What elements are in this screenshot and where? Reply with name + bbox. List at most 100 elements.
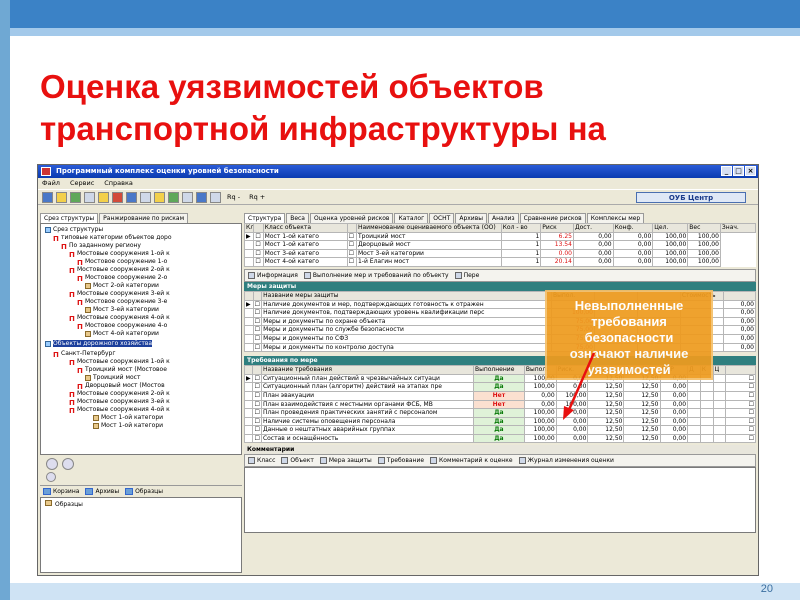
- row-checkbox[interactable]: ☐: [252, 299, 263, 310]
- tab-detail-0[interactable]: Класс: [248, 457, 275, 465]
- close-button[interactable]: ×: [745, 166, 756, 176]
- menu-service[interactable]: Сервис: [70, 178, 94, 189]
- tree-collapse-button[interactable]: [46, 458, 58, 470]
- row-checkbox[interactable]: ☐: [252, 390, 262, 401]
- tree-node[interactable]: П Мостовые сооружения 4-ой к: [69, 406, 170, 415]
- bulb-icon[interactable]: [154, 191, 165, 203]
- tree-node[interactable]: П Мостовое сооружение 3-е: [77, 298, 167, 307]
- tree-node[interactable]: П Мостовое сооружение 2-о: [77, 274, 167, 283]
- tree-expand-button[interactable]: [62, 458, 74, 470]
- tab-detail-2[interactable]: Мера защиты: [319, 457, 372, 465]
- table-row[interactable]: ☐ Данные о нештатных аварийных группах Да 1…: [243, 425, 756, 435]
- table-icon[interactable]: [140, 191, 151, 203]
- row-checkbox[interactable]: ☐: [252, 399, 262, 410]
- row-checkbox[interactable]: ☐: [252, 342, 263, 353]
- tree-node[interactable]: Мост 4-ой категории: [85, 330, 159, 338]
- menu-help[interactable]: Справка: [104, 178, 133, 189]
- maximize-button[interactable]: □: [733, 166, 744, 176]
- tree-node[interactable]: Мост 3-ей категории: [85, 306, 159, 314]
- grid-icon[interactable]: [70, 191, 81, 203]
- comment-textarea[interactable]: [244, 467, 756, 534]
- tree-node[interactable]: Мост 2-ой категории: [85, 282, 159, 290]
- tab-basket[interactable]: Корзина: [43, 488, 79, 495]
- table-cell[interactable]: Да: [472, 416, 525, 427]
- tree-node[interactable]: Мост 1-ой категори: [93, 422, 163, 430]
- tree-pin-button[interactable]: [46, 472, 56, 482]
- tab-archives[interactable]: Архивы: [85, 488, 119, 495]
- row-checkbox[interactable]: ☐: [252, 308, 263, 318]
- row-checkbox[interactable]: ☐: [253, 240, 264, 250]
- list-item[interactable]: Образцы: [45, 500, 237, 508]
- tree-node[interactable]: П Мостовые сооружения 4-ой к: [69, 314, 170, 323]
- row-checkbox[interactable]: ☐: [252, 408, 262, 418]
- row-doc[interactable]: ☐: [725, 399, 756, 410]
- row-doc[interactable]: ☐: [725, 425, 756, 435]
- tab-2[interactable]: Оценка уровней рисков: [310, 213, 394, 223]
- table-row[interactable]: ☐ Состав и оснащённость Да 100,00 0,00 12,50 1…: [243, 433, 756, 444]
- table-cell[interactable]: Нет: [472, 390, 525, 401]
- row-checkbox[interactable]: ☐: [252, 433, 262, 444]
- row-doc[interactable]: ☐: [725, 382, 756, 392]
- table-row[interactable]: ☐ Ситуационный план (алгоритм) действий н…: [243, 382, 756, 392]
- table-row[interactable]: ▶ ☐ Мост 1-ой катего ☐ Троицкий мост 1 6.25 0,0…: [243, 231, 756, 242]
- save-icon[interactable]: [42, 191, 53, 203]
- table-cell[interactable]: Нет: [472, 399, 525, 410]
- tree-node[interactable]: П Мостовые сооружения 1-ой к: [69, 250, 170, 259]
- row-doc[interactable]: ☐: [725, 416, 756, 427]
- row-checkbox[interactable]: ☐: [252, 382, 262, 392]
- rq-minus-button[interactable]: Rq -: [224, 193, 243, 201]
- row-checkbox[interactable]: ☐: [252, 425, 262, 435]
- tree-node[interactable]: П Мостовое сооружение 1-о: [77, 258, 167, 267]
- tab-object-2[interactable]: Пере: [454, 271, 479, 279]
- table-row[interactable]: ☐План эвакуацииНет0,00100,0012,5012,500,…: [243, 390, 756, 401]
- chart-icon[interactable]: [126, 191, 137, 203]
- tree-node[interactable]: П Санкт-Петербург: [53, 350, 115, 359]
- minimize-button[interactable]: _: [721, 166, 732, 176]
- tab-risk-ranking[interactable]: Ранжирование по рискам: [99, 213, 189, 223]
- folder-icon[interactable]: [56, 191, 67, 203]
- tab-samples[interactable]: Образцы: [125, 488, 163, 495]
- row-checkbox[interactable]: ☐: [253, 231, 264, 242]
- tree-node[interactable]: П Мостовые сооружения 2-ой к: [69, 390, 170, 399]
- row-check[interactable]: ☐: [346, 257, 358, 267]
- tab-7[interactable]: Сравнение рисков: [519, 213, 586, 223]
- row-checkbox[interactable]: ☐: [252, 316, 263, 327]
- table-row[interactable]: ☐ Наличие системы оповещения персонала Да 1…: [243, 416, 756, 427]
- report-icon[interactable]: [84, 191, 95, 203]
- tab-detail-3[interactable]: Требование: [377, 457, 424, 465]
- tree-icon[interactable]: [168, 191, 179, 203]
- monitor-icon[interactable]: [210, 191, 221, 203]
- tree-node[interactable]: П Мостовые сооружения 2-ой к: [69, 266, 170, 275]
- tree-node[interactable]: Объекты дорожного хозяйства: [45, 340, 153, 348]
- table-cell[interactable]: Да: [472, 425, 525, 435]
- row-checkbox[interactable]: ☐: [253, 257, 264, 267]
- row-doc[interactable]: ☐: [725, 408, 756, 418]
- tab-detail-4[interactable]: Комментарий к оценке: [430, 457, 513, 465]
- tab-object-1[interactable]: Выполнение мер и требований по объекту: [303, 271, 449, 279]
- row-checkbox[interactable]: ☐: [252, 325, 263, 335]
- tab-0[interactable]: Структура: [244, 213, 286, 223]
- row-check[interactable]: ☐: [346, 231, 358, 242]
- tab-object-0[interactable]: Информация: [248, 271, 298, 279]
- menu-file[interactable]: Файл: [42, 178, 60, 189]
- print-icon[interactable]: [196, 191, 207, 203]
- table-row[interactable]: ☐ План взаимодействия с местными органами…: [243, 399, 756, 410]
- row-check[interactable]: ☐: [346, 248, 358, 259]
- row-doc[interactable]: ☐: [725, 390, 756, 401]
- tree-node[interactable]: Мост 1-ой категори: [93, 414, 163, 422]
- stop-icon[interactable]: [112, 191, 123, 203]
- tab-detail-5[interactable]: Журнал изменения оценки: [518, 457, 614, 465]
- tab-5[interactable]: Архивы: [455, 213, 487, 223]
- tree-node[interactable]: П Мостовое сооружение 4-о: [77, 322, 167, 331]
- rq-plus-button[interactable]: Rq +: [246, 193, 268, 201]
- row-checkbox[interactable]: ☐: [252, 416, 262, 427]
- tree-node[interactable]: Срез структуры: [45, 226, 103, 234]
- row-checkbox[interactable]: ☐: [253, 248, 264, 259]
- tab-structure-slice[interactable]: Срез структуры: [40, 213, 99, 223]
- tree-node[interactable]: П Мостовые сооружения 3-ей к: [69, 290, 170, 299]
- table-cell[interactable]: Да: [472, 382, 525, 392]
- tree-node[interactable]: П Мостовые сооружения 1-ой к: [69, 358, 170, 367]
- row-doc[interactable]: ☐: [725, 433, 756, 444]
- tab-1[interactable]: Веса: [286, 213, 309, 223]
- table-cell[interactable]: Да: [472, 408, 525, 418]
